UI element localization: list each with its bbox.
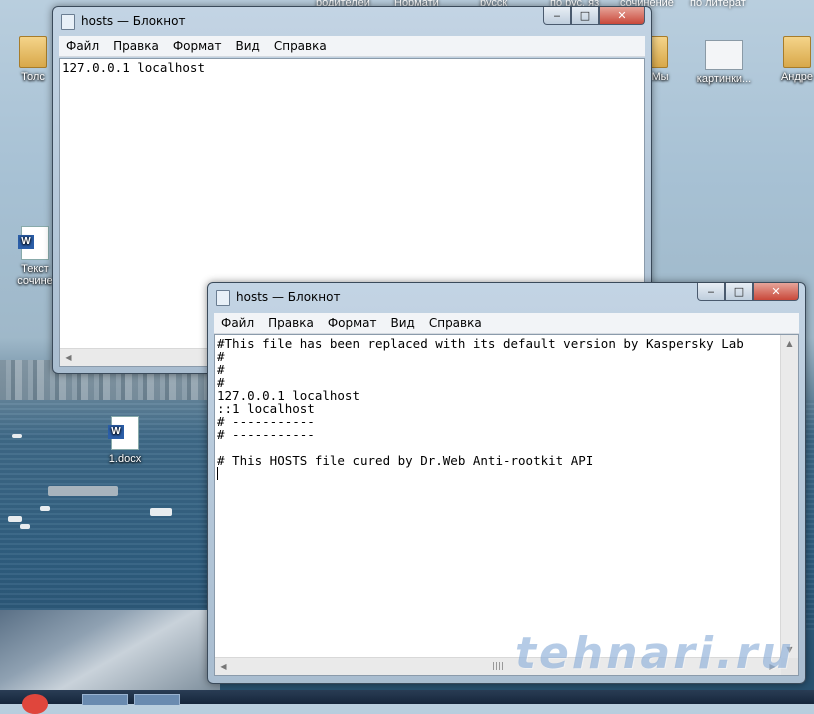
menu-view[interactable]: Вид xyxy=(384,316,422,330)
boat xyxy=(40,506,50,511)
menu-file[interactable]: Файл xyxy=(214,316,261,330)
editor-text-content: #This file has been replaced with its de… xyxy=(217,336,744,468)
desktop-icon-label: картинки... xyxy=(696,73,752,85)
menu-edit[interactable]: Правка xyxy=(261,316,321,330)
window-title: hosts — Блокнот xyxy=(81,14,186,28)
boat xyxy=(150,508,172,516)
start-button[interactable] xyxy=(22,694,48,714)
folder-icon xyxy=(783,36,811,68)
close-button[interactable]: ✕ xyxy=(599,7,645,25)
text-editor[interactable]: #This file has been replaced with its de… xyxy=(214,334,799,676)
desktop-icon-label[interactable]: по литерат xyxy=(690,0,746,9)
shore-buildings xyxy=(0,610,220,690)
vertical-scrollbar[interactable]: ▲ ▼ xyxy=(780,335,798,658)
menu-view[interactable]: Вид xyxy=(229,39,267,53)
boat xyxy=(12,434,22,438)
word-document-icon: W xyxy=(108,416,139,450)
caption-buttons: ‒ □ ✕ xyxy=(543,7,645,25)
window-title: hosts — Блокнот xyxy=(236,290,341,304)
notepad-icon xyxy=(216,290,230,306)
desktop-icon-label: 1.docx xyxy=(108,453,142,465)
desktop-icon-folder[interactable]: Толс xyxy=(8,36,58,83)
menu-bar: Файл Правка Формат Вид Справка xyxy=(214,313,799,334)
desktop-icon-word-doc[interactable]: W 1.docx xyxy=(90,416,160,465)
desktop-icon-label: Мы xyxy=(651,71,669,83)
scroll-grip-icon[interactable] xyxy=(493,662,503,670)
close-button[interactable]: ✕ xyxy=(753,283,799,301)
minimize-button[interactable]: ‒ xyxy=(697,283,725,301)
menu-help[interactable]: Справка xyxy=(422,316,489,330)
menu-edit[interactable]: Правка xyxy=(106,39,166,53)
notepad-window-front[interactable]: hosts — Блокнот ‒ □ ✕ Файл Правка Формат… xyxy=(207,282,806,684)
caption-buttons: ‒ □ ✕ xyxy=(697,283,799,301)
scroll-left-icon[interactable]: ◀ xyxy=(215,658,232,675)
boat xyxy=(8,516,22,522)
notepad-icon xyxy=(61,14,75,30)
taskbar-button[interactable] xyxy=(134,694,180,705)
menu-help[interactable]: Справка xyxy=(267,39,334,53)
desktop-icon-folder[interactable]: Андре xyxy=(772,36,814,83)
desktop-icon-label: Толс xyxy=(21,71,45,83)
boat xyxy=(48,486,118,496)
boat xyxy=(20,524,30,529)
text-caret xyxy=(217,467,218,480)
maximize-button[interactable]: □ xyxy=(725,283,753,301)
watermark: tehnari.ru xyxy=(515,628,795,679)
desktop-icon-label: Андре xyxy=(780,71,814,83)
menu-bar: Файл Правка Формат Вид Справка xyxy=(59,36,645,57)
taskbar-button[interactable] xyxy=(82,694,128,705)
editor-text[interactable]: #This file has been replaced with its de… xyxy=(217,335,780,657)
menu-format[interactable]: Формат xyxy=(166,39,229,53)
maximize-button[interactable]: □ xyxy=(571,7,599,25)
desktop-icon-picture[interactable]: картинки... xyxy=(688,40,760,85)
minimize-button[interactable]: ‒ xyxy=(543,7,571,25)
word-document-icon: W xyxy=(18,226,49,260)
folder-icon xyxy=(19,36,47,68)
menu-format[interactable]: Формат xyxy=(321,316,384,330)
window-titlebar[interactable]: hosts — Блокнот ‒ □ ✕ xyxy=(208,283,805,311)
picture-icon xyxy=(705,40,743,70)
scroll-left-icon[interactable]: ◀ xyxy=(60,349,77,366)
scroll-up-icon[interactable]: ▲ xyxy=(781,335,798,352)
menu-file[interactable]: Файл xyxy=(59,39,106,53)
window-titlebar[interactable]: hosts — Блокнот ‒ □ ✕ xyxy=(53,7,651,35)
